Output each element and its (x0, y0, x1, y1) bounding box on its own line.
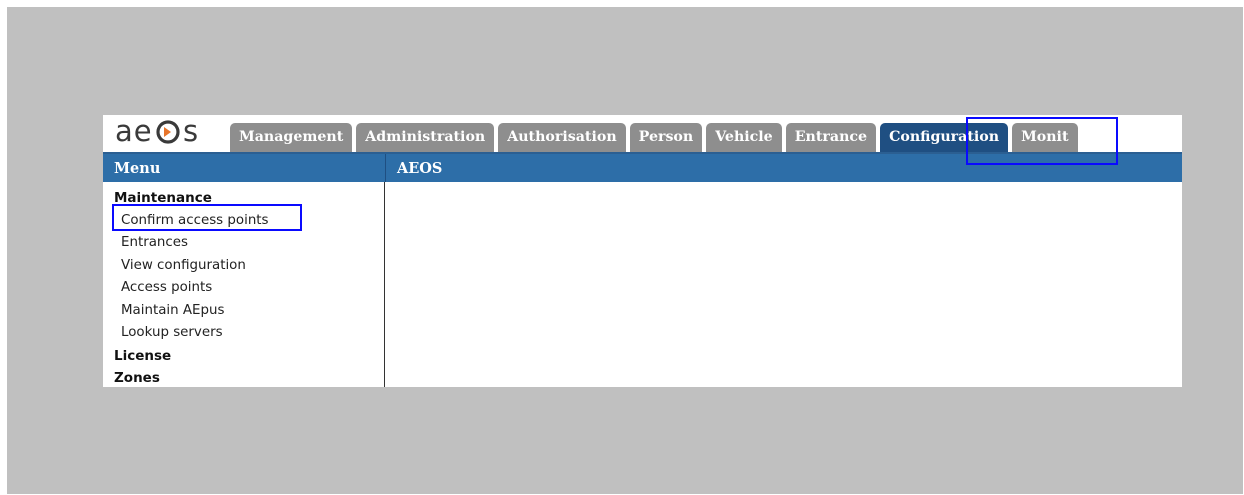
aeos-logo: ae s (115, 117, 198, 147)
svg-text:ae: ae (115, 117, 153, 147)
configuration-tab-highlight (966, 117, 1118, 165)
tab-authorisation[interactable]: Authorisation (498, 123, 626, 152)
menu-header: Menu (103, 154, 385, 182)
svg-text:s: s (183, 117, 198, 147)
tab-person[interactable]: Person (629, 123, 703, 152)
menu-item-lookup-servers[interactable]: Lookup servers (103, 322, 384, 345)
menu-item-entrances[interactable]: Entrances (103, 232, 384, 255)
menu-section-license[interactable]: License (103, 345, 384, 368)
menu-item-maintain-aepus[interactable]: Maintain AEpus (103, 300, 384, 323)
tab-vehicle[interactable]: Vehicle (706, 123, 782, 152)
header-separator (385, 154, 386, 182)
sidebar-divider (384, 182, 385, 387)
tab-management[interactable]: Management (230, 123, 353, 152)
menu-item-view-configuration[interactable]: View configuration (103, 255, 384, 278)
tab-entrance[interactable]: Entrance (785, 123, 877, 152)
tab-administration[interactable]: Administration (356, 123, 495, 152)
confirm-access-points-highlight (112, 204, 302, 231)
menu-section-zones[interactable]: Zones (103, 367, 384, 387)
menu-item-access-points[interactable]: Access points (103, 277, 384, 300)
